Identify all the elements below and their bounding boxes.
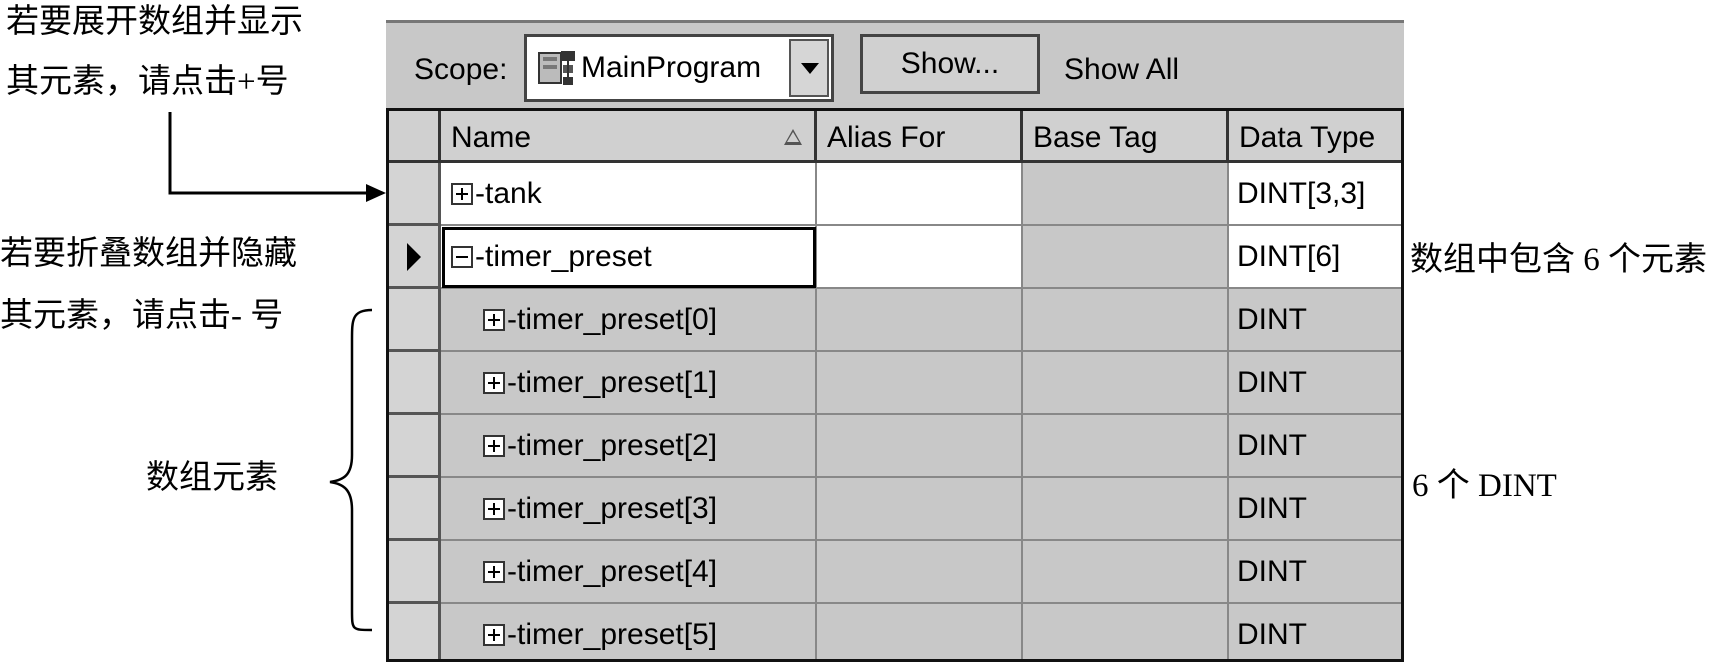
- alias-cell: [817, 289, 1023, 352]
- name-cell[interactable]: -timer_preset[0]: [441, 289, 817, 352]
- data-type-cell: DINT: [1229, 541, 1401, 604]
- toolbar: Scope: MainProgram Show... Show All: [386, 23, 1404, 109]
- scope-dropdown[interactable]: MainProgram: [524, 34, 834, 102]
- name-cell[interactable]: -timer_preset[4]: [441, 541, 817, 604]
- expand-plus-icon[interactable]: [483, 372, 505, 394]
- name-cell[interactable]: -timer_preset[3]: [441, 478, 817, 541]
- name-cell[interactable]: -timer_preset[1]: [441, 352, 817, 415]
- row-selector[interactable]: [389, 604, 441, 659]
- alias-cell: [817, 415, 1023, 478]
- data-type-cell: DINT: [1229, 289, 1401, 352]
- array-elements-label: 数组元素: [146, 460, 278, 496]
- tag-grid: Name Alias For Base Tag Data Type -tank …: [386, 108, 1404, 662]
- table-row[interactable]: -timer_preset[3] DINT: [389, 478, 1401, 541]
- column-header-alias-for[interactable]: Alias For: [817, 111, 1023, 163]
- base-tag-cell: [1023, 289, 1229, 352]
- expand-plus-icon[interactable]: [483, 561, 505, 583]
- collapse-minus-icon[interactable]: [451, 246, 473, 268]
- sort-ascending-icon: [784, 129, 802, 145]
- array-count-note: 数组中包含 6 个元素: [1410, 242, 1707, 278]
- alias-cell: [817, 541, 1023, 604]
- chevron-down-icon: [801, 63, 819, 74]
- base-tag-cell: [1023, 541, 1229, 604]
- name-cell[interactable]: -timer_preset: [441, 226, 817, 289]
- expand-plus-icon[interactable]: [483, 498, 505, 520]
- tag-editor-window: Scope: MainProgram Show... Show All Name: [386, 20, 1404, 662]
- table-row[interactable]: -timer_preset DINT[6]: [389, 226, 1401, 289]
- table-row[interactable]: -timer_preset[0] DINT: [389, 289, 1401, 352]
- name-cell[interactable]: -timer_preset[2]: [441, 415, 817, 478]
- six-dint-note: 6 个 DINT: [1412, 468, 1557, 504]
- alias-cell: [817, 352, 1023, 415]
- base-tag-cell: [1023, 163, 1229, 226]
- expand-plus-icon[interactable]: [451, 183, 473, 205]
- row-selector[interactable]: [389, 289, 441, 352]
- row-selector[interactable]: [389, 478, 441, 541]
- table-row[interactable]: -timer_preset[1] DINT: [389, 352, 1401, 415]
- column-header-data-type[interactable]: Data Type: [1229, 111, 1401, 163]
- base-tag-cell: [1023, 352, 1229, 415]
- name-cell[interactable]: -tank: [441, 163, 817, 226]
- column-header-base-tag[interactable]: Base Tag: [1023, 111, 1229, 163]
- data-type-cell: DINT: [1229, 352, 1401, 415]
- expand-hint-line2: 其元素，请点击+号: [6, 64, 289, 100]
- scope-label: Scope:: [414, 53, 508, 86]
- expand-plus-icon[interactable]: [483, 624, 505, 646]
- table-row[interactable]: -timer_preset[4] DINT: [389, 541, 1401, 604]
- row-selector[interactable]: [389, 163, 441, 226]
- data-type-cell[interactable]: DINT[6]: [1229, 226, 1401, 289]
- column-header-name[interactable]: Name: [441, 111, 817, 163]
- expand-plus-icon[interactable]: [483, 309, 505, 331]
- base-tag-cell: [1023, 226, 1229, 289]
- scope-value: MainProgram: [581, 51, 762, 84]
- table-row[interactable]: -timer_preset[2] DINT: [389, 415, 1401, 478]
- current-row-icon: [407, 243, 421, 271]
- expand-plus-icon[interactable]: [483, 435, 505, 457]
- program-icon: [538, 51, 575, 85]
- alias-cell[interactable]: [817, 226, 1023, 289]
- data-type-cell[interactable]: DINT[3,3]: [1229, 163, 1401, 226]
- collapse-hint-line2: 其元素，请点击- 号: [0, 298, 284, 334]
- row-selector[interactable]: [389, 352, 441, 415]
- base-tag-cell: [1023, 604, 1229, 659]
- table-row[interactable]: -timer_preset[5] DINT: [389, 604, 1401, 659]
- expand-hint-line1: 若要展开数组并显示: [6, 4, 303, 40]
- name-cell[interactable]: -timer_preset[5]: [441, 604, 817, 659]
- show-all-label: Show All: [1064, 53, 1180, 86]
- alias-cell[interactable]: [817, 163, 1023, 226]
- base-tag-cell: [1023, 415, 1229, 478]
- row-selector[interactable]: [389, 415, 441, 478]
- header-selector-cell: [389, 111, 441, 163]
- alias-cell: [817, 478, 1023, 541]
- row-selector[interactable]: [389, 541, 441, 604]
- alias-cell: [817, 604, 1023, 659]
- data-type-cell: DINT: [1229, 604, 1401, 659]
- data-type-cell: DINT: [1229, 415, 1401, 478]
- scope-dropdown-button[interactable]: [789, 39, 829, 97]
- row-selector[interactable]: [389, 226, 441, 289]
- table-row[interactable]: -tank DINT[3,3]: [389, 163, 1401, 226]
- base-tag-cell: [1023, 478, 1229, 541]
- show-button[interactable]: Show...: [860, 34, 1040, 94]
- collapse-hint-line1: 若要折叠数组并隐藏: [0, 236, 297, 272]
- data-type-cell: DINT: [1229, 478, 1401, 541]
